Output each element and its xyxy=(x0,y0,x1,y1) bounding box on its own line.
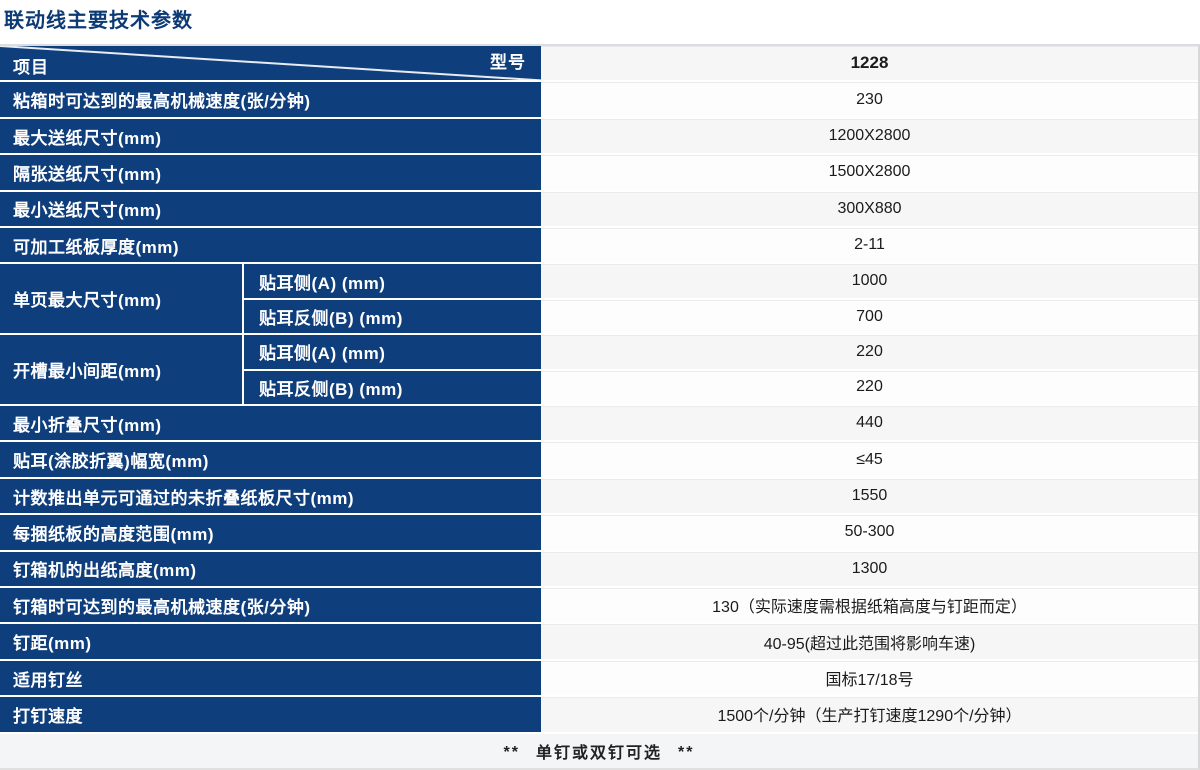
table-row: 钉箱机的出纸高度(mm) 1300 xyxy=(0,550,1198,586)
row-value: 440 xyxy=(541,406,1198,440)
sub-row-value: 700 xyxy=(541,298,1198,333)
spec-table: 项目 型号 1228 粘箱时可达到的最高机械速度(张/分钟) 230 最大送纸尺… xyxy=(0,44,1200,770)
sub-row-label: 贴耳侧(A) (mm) xyxy=(244,264,541,297)
row-label: 钉箱时可达到的最高机械速度(张/分钟) xyxy=(0,588,541,622)
footer-note-text: 单钉或双钉可选 xyxy=(536,739,662,763)
page-title: 联动线主要技术参数 xyxy=(4,4,193,33)
header-diagonal-cell: 项目 型号 xyxy=(0,46,541,80)
diagonal-divider-line xyxy=(0,46,541,80)
row-value: 50-300 xyxy=(541,515,1198,549)
footer-stars-right: ** xyxy=(678,744,694,762)
table-row: 钉箱时可达到的最高机械速度(张/分钟) 130（实际速度需根据纸箱高度与钉距而定… xyxy=(0,586,1198,622)
table-row: 贴耳(涂胶折翼)幅宽(mm) ≤45 xyxy=(0,440,1198,476)
table-row: 打钉速度 1500个/分钟（生产打钉速度1290个/分钟） xyxy=(0,695,1198,731)
table-row: 每捆纸板的高度范围(mm) 50-300 xyxy=(0,513,1198,549)
footer-note-row: ** 单钉或双钉可选 ** xyxy=(0,732,1198,768)
row-label: 隔张送纸尺寸(mm) xyxy=(0,155,541,189)
table-row: 适用钉丝 国标17/18号 xyxy=(0,659,1198,695)
row-label: 适用钉丝 xyxy=(0,661,541,695)
table-row: 最大送纸尺寸(mm) 1200X2800 xyxy=(0,117,1198,153)
table-row: 最小折叠尺寸(mm) 440 xyxy=(0,404,1198,440)
row-label: 贴耳(涂胶折翼)幅宽(mm) xyxy=(0,442,541,476)
row-label: 最小折叠尺寸(mm) xyxy=(0,406,541,440)
row-label: 每捆纸板的高度范围(mm) xyxy=(0,515,541,549)
row-value: 2-11 xyxy=(541,228,1198,262)
row-value: 1200X2800 xyxy=(541,119,1198,153)
row-value: 1500X2800 xyxy=(541,155,1198,189)
sub-row-value: 220 xyxy=(541,369,1198,404)
row-value: 130（实际速度需根据纸箱高度与钉距而定） xyxy=(541,588,1198,622)
table-row: 粘箱时可达到的最高机械速度(张/分钟) 230 xyxy=(0,80,1198,116)
header-model-label: 型号 xyxy=(490,48,526,73)
row-label: 最大送纸尺寸(mm) xyxy=(0,119,541,153)
sub-row-value: 220 xyxy=(541,335,1198,368)
row-value: 40-95(超过此范围将影响车速) xyxy=(541,624,1198,658)
table-header-row: 项目 型号 1228 xyxy=(0,46,1198,80)
table-group-row: 开槽最小间距(mm) 贴耳侧(A) (mm) 贴耳反侧(B) (mm) 220 … xyxy=(0,333,1198,404)
table-row: 最小送纸尺寸(mm) 300X880 xyxy=(0,190,1198,226)
group-label: 开槽最小间距(mm) xyxy=(0,335,242,404)
row-value: 1300 xyxy=(541,552,1198,586)
table-row: 隔张送纸尺寸(mm) 1500X2800 xyxy=(0,153,1198,189)
group-label: 单页最大尺寸(mm) xyxy=(0,264,242,333)
row-value: 1550 xyxy=(541,479,1198,513)
row-label: 可加工纸板厚度(mm) xyxy=(0,228,541,262)
table-row: 可加工纸板厚度(mm) 2-11 xyxy=(0,226,1198,262)
row-label: 粘箱时可达到的最高机械速度(张/分钟) xyxy=(0,82,541,116)
row-value: 230 xyxy=(541,82,1198,116)
sub-row-value: 1000 xyxy=(541,264,1198,297)
row-value: ≤45 xyxy=(541,442,1198,476)
row-label: 最小送纸尺寸(mm) xyxy=(0,192,541,226)
row-value: 国标17/18号 xyxy=(541,661,1198,695)
row-label: 钉距(mm) xyxy=(0,624,541,658)
header-item-label: 项目 xyxy=(13,53,49,78)
sub-row-label: 贴耳侧(A) (mm) xyxy=(244,335,541,368)
row-value: 300X880 xyxy=(541,192,1198,226)
sub-row-label: 贴耳反侧(B) (mm) xyxy=(244,298,541,333)
table-row: 钉距(mm) 40-95(超过此范围将影响车速) xyxy=(0,622,1198,658)
row-value: 1500个/分钟（生产打钉速度1290个/分钟） xyxy=(541,697,1198,731)
header-model-value: 1228 xyxy=(541,46,1198,80)
row-label: 钉箱机的出纸高度(mm) xyxy=(0,552,541,586)
table-row: 计数推出单元可通过的未折叠纸板尺寸(mm) 1550 xyxy=(0,477,1198,513)
sub-row-label: 贴耳反侧(B) (mm) xyxy=(244,369,541,404)
row-label: 打钉速度 xyxy=(0,697,541,731)
table-group-row: 单页最大尺寸(mm) 贴耳侧(A) (mm) 贴耳反侧(B) (mm) 1000… xyxy=(0,262,1198,333)
row-label: 计数推出单元可通过的未折叠纸板尺寸(mm) xyxy=(0,479,541,513)
footer-stars-left: ** xyxy=(504,744,520,762)
